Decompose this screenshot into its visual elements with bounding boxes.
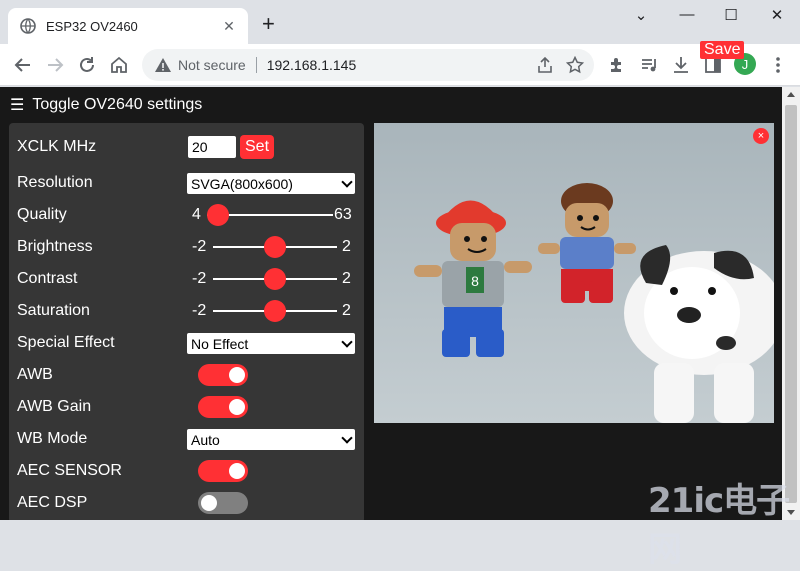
contrast-slider-thumb[interactable]: [264, 268, 286, 290]
bookmark-star-icon[interactable]: [566, 56, 584, 74]
hamburger-icon: ☰: [10, 97, 25, 114]
brightness-row: Brightness -2 2: [17, 233, 357, 261]
contrast-max: 2: [342, 270, 351, 287]
extensions-icon[interactable]: [607, 55, 627, 75]
resolution-select[interactable]: SVGA(800x600): [187, 173, 355, 194]
toggle-knob: [229, 463, 245, 479]
arrow-right-icon: [48, 58, 64, 72]
browser-toolbar: Not secure 192.168.1.145 J: [0, 44, 800, 86]
close-window-button[interactable]: ✕: [762, 6, 792, 24]
special-effect-row: Special Effect No Effect: [17, 329, 357, 357]
aec-sensor-row: AEC SENSOR: [17, 457, 357, 485]
saturation-label: Saturation: [17, 302, 90, 319]
media-control-icon[interactable]: [639, 55, 659, 75]
wb-mode-label: WB Mode: [17, 430, 88, 447]
scrollbar-thumb[interactable]: [785, 105, 797, 503]
contrast-min: -2: [192, 270, 207, 287]
tab-strip: ESP32 OV2460 ✕ + ⌄ — ☐ ✕: [0, 0, 800, 44]
xclk-input[interactable]: [188, 136, 236, 158]
brightness-label: Brightness: [17, 238, 93, 255]
awb-row: AWB: [17, 361, 357, 389]
wb-mode-row: WB Mode Auto: [17, 425, 357, 453]
web-page: ☰ Toggle OV2640 settings XCLK MHz Set Re…: [0, 87, 782, 520]
brightness-slider-thumb[interactable]: [264, 236, 286, 258]
reload-icon: [80, 57, 94, 72]
quality-slider-thumb[interactable]: [207, 204, 229, 226]
save-button[interactable]: Save: [700, 41, 745, 59]
maximize-button[interactable]: ☐: [716, 6, 746, 24]
aec-dsp-toggle[interactable]: [198, 492, 248, 514]
quality-row: Quality 4 63: [17, 201, 357, 229]
chevron-down-icon: [341, 432, 353, 444]
tab-title: ESP32 OV2460: [46, 18, 138, 34]
toggle-knob: [229, 367, 245, 383]
awb-gain-row: AWB Gain: [17, 393, 357, 421]
omnibox-divider: [255, 57, 257, 73]
minimize-button[interactable]: —: [672, 6, 702, 23]
globe-icon: [20, 18, 36, 34]
brightness-max: 2: [342, 238, 351, 255]
xclk-label: XCLK MHz: [17, 138, 97, 155]
new-tab-button[interactable]: +: [262, 12, 275, 36]
page-scrollbar[interactable]: [782, 87, 800, 520]
saturation-max: 2: [342, 302, 351, 319]
reload-button[interactable]: [75, 53, 99, 77]
saturation-row: Saturation -2 2: [17, 297, 357, 325]
wb-mode-select[interactable]: Auto: [187, 429, 355, 450]
aec-dsp-label: AEC DSP: [17, 494, 88, 511]
awb-gain-label: AWB Gain: [17, 398, 92, 415]
awb-gain-toggle[interactable]: [198, 396, 248, 418]
home-icon: [111, 56, 127, 73]
download-icon[interactable]: [671, 55, 691, 75]
contrast-label: Contrast: [17, 270, 78, 287]
chevron-down-icon[interactable]: ⌄: [626, 6, 656, 24]
special-effect-label: Special Effect: [17, 334, 115, 351]
scroll-up-icon[interactable]: [787, 92, 795, 97]
resolution-label: Resolution: [17, 174, 93, 191]
brightness-min: -2: [192, 238, 207, 255]
wb-mode-value: Auto: [191, 431, 220, 448]
special-effect-select[interactable]: No Effect: [187, 333, 355, 354]
chevron-down-icon: [341, 176, 353, 188]
browser-tab[interactable]: ESP32 OV2460 ✕: [8, 8, 248, 44]
contrast-row: Contrast -2 2: [17, 265, 357, 293]
camera-stream-image: 8: [374, 123, 774, 423]
awb-label: AWB: [17, 366, 53, 383]
aec-dsp-row: AEC DSP: [17, 489, 357, 517]
security-label: Not secure: [178, 57, 246, 73]
address-bar[interactable]: Not secure 192.168.1.145: [142, 49, 594, 81]
settings-panel: XCLK MHz Set Resolution SVGA(800x600) Qu…: [9, 123, 364, 520]
svg-text:8: 8: [471, 273, 479, 289]
aec-sensor-toggle[interactable]: [198, 460, 248, 482]
share-icon[interactable]: [536, 56, 554, 74]
forward-button[interactable]: [43, 53, 67, 77]
saturation-slider-thumb[interactable]: [264, 300, 286, 322]
resolution-value: SVGA(800x600): [191, 175, 293, 192]
special-effect-value: No Effect: [191, 335, 249, 352]
arrow-left-icon: [14, 58, 30, 72]
chevron-down-icon: [341, 336, 353, 348]
back-button[interactable]: [11, 53, 35, 77]
quality-label: Quality: [17, 206, 67, 223]
xclk-row: XCLK MHz Set: [17, 133, 357, 161]
aec-sensor-label: AEC SENSOR: [17, 462, 122, 479]
toggle-knob: [229, 399, 245, 415]
awb-toggle[interactable]: [198, 364, 248, 386]
resolution-row: Resolution SVGA(800x600): [17, 169, 357, 197]
home-button[interactable]: [107, 53, 131, 77]
close-stream-icon[interactable]: ×: [753, 128, 769, 144]
toggle-settings[interactable]: ☰ Toggle OV2640 settings: [10, 95, 202, 115]
toggle-knob: [201, 495, 217, 511]
tab-close-icon[interactable]: ✕: [220, 18, 238, 35]
warning-icon: [155, 58, 171, 72]
kebab-menu-icon[interactable]: [768, 55, 788, 75]
watermark-logo: 21ic电子网: [648, 481, 790, 570]
saturation-min: -2: [192, 302, 207, 319]
url-text[interactable]: 192.168.1.145: [267, 57, 357, 73]
xclk-set-button[interactable]: Set: [240, 135, 275, 159]
quality-min: 4: [192, 206, 201, 223]
toggle-label: Toggle OV2640 settings: [32, 96, 203, 113]
quality-max: 63: [334, 206, 352, 223]
